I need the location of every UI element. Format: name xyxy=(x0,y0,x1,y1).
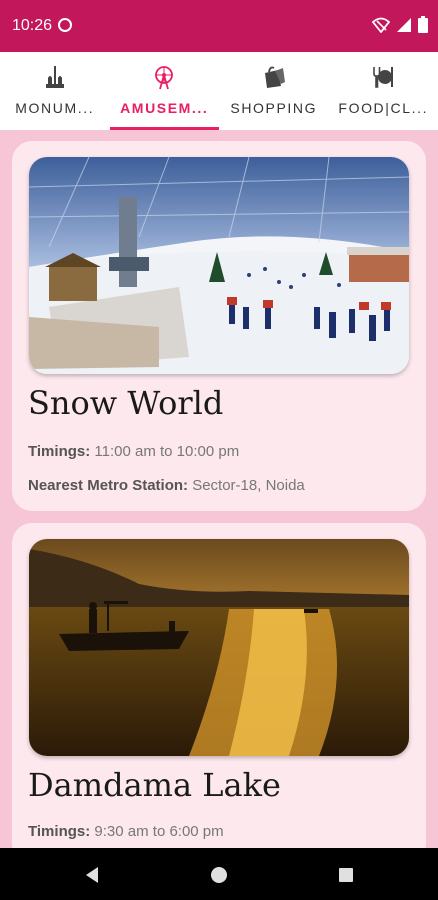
monument-icon xyxy=(45,66,64,88)
place-title: Snow World xyxy=(28,384,224,422)
metro-label: Nearest Metro Station: xyxy=(28,477,189,494)
status-time: 10:26 xyxy=(12,17,53,34)
system-nav-bar xyxy=(0,848,438,900)
metro-value: Sector-18, Noida xyxy=(192,477,305,494)
place-card[interactable]: Damdama Lake Timings: 9:30 am to 6:00 pm xyxy=(12,523,426,848)
timings-value: 11:00 am to 10:00 pm xyxy=(94,443,240,460)
timings-line: Timings: 11:00 am to 10:00 pm xyxy=(28,443,239,460)
place-title: Damdama Lake xyxy=(28,766,281,804)
food-icon xyxy=(373,67,394,88)
recents-icon[interactable] xyxy=(338,867,354,883)
place-card[interactable]: Snow World Timings: 11:00 am to 10:00 pm… xyxy=(12,141,426,511)
tab-label: FOOD|CL... xyxy=(338,100,429,116)
tab-food[interactable]: FOOD|CL... xyxy=(329,52,438,130)
place-image xyxy=(29,539,409,756)
timings-label: Timings: xyxy=(28,823,91,840)
wifi-icon xyxy=(372,17,390,33)
home-icon[interactable] xyxy=(210,866,228,884)
place-image xyxy=(29,157,409,374)
tab-amusement[interactable]: AMUSEM... xyxy=(109,52,219,130)
timings-value: 9:30 am to 6:00 pm xyxy=(94,823,224,840)
status-bar: 10:26 xyxy=(0,0,438,52)
metro-line: Nearest Metro Station: Sector-18, Noida xyxy=(28,477,305,494)
battery-icon xyxy=(418,16,428,33)
tab-label: AMUSEM... xyxy=(120,100,209,116)
back-icon[interactable] xyxy=(84,866,100,884)
status-icons xyxy=(372,16,428,33)
amusement-icon xyxy=(155,66,174,90)
app-notification-icon xyxy=(58,18,72,32)
timings-label: Timings: xyxy=(28,443,91,460)
tab-monuments[interactable]: MONUM... xyxy=(0,52,110,130)
timings-line: Timings: 9:30 am to 6:00 pm xyxy=(28,823,224,840)
tab-label: MONUM... xyxy=(15,100,95,116)
place-list[interactable]: Snow World Timings: 11:00 am to 10:00 pm… xyxy=(0,130,438,848)
shopping-bag-icon xyxy=(264,66,285,88)
tab-shopping[interactable]: SHOPPING xyxy=(219,52,329,130)
signal-icon xyxy=(397,17,411,32)
category-tab-bar: MONUM... AMUSEM... SHOPPING FOOD|CL... xyxy=(0,52,438,130)
tab-label: SHOPPING xyxy=(230,100,318,116)
